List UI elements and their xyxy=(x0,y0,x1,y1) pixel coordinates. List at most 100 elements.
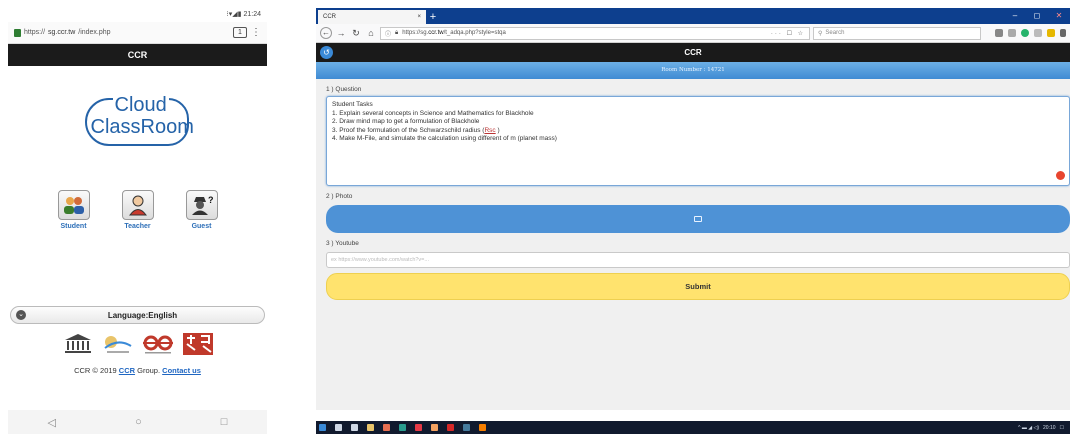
address-bar[interactable]: ⓘ 🔒︎ https://sg.ccr.tw/t_adqa.php?style=… xyxy=(380,26,810,40)
language-selector[interactable]: ⌄ Language:English xyxy=(10,306,265,324)
window-controls: – ◻ ✕ xyxy=(1004,8,1070,24)
minimize-icon[interactable]: – xyxy=(1004,8,1026,24)
browser-toolbar: ← → ↻ ⌂ ⓘ 🔒︎ https://sg.ccr.tw/t_adqa.ph… xyxy=(316,24,1070,43)
teacher-icon xyxy=(121,190,154,220)
guest-label: Guest xyxy=(191,223,212,230)
search-icon[interactable] xyxy=(335,424,342,431)
menu-icon[interactable] xyxy=(1060,29,1066,37)
search-input[interactable]: ⚲ Search xyxy=(813,26,981,40)
home-icon[interactable]: ⌂ xyxy=(365,28,377,38)
question-line-part: ) xyxy=(495,126,500,134)
image-icon xyxy=(694,216,702,222)
desktop-screen: CCR × + – ◻ ✕ ← → ↻ ⌂ ⓘ 🔒︎ https://sg.cc… xyxy=(316,8,1070,434)
close-tab-icon[interactable]: × xyxy=(417,14,421,20)
teacher-label: Teacher xyxy=(124,223,151,230)
app-icon[interactable] xyxy=(447,424,454,431)
app-header: ↺ CCR xyxy=(316,43,1070,62)
svg-text:?: ? xyxy=(208,195,214,205)
photo-upload-button[interactable] xyxy=(326,205,1070,233)
university-seal-logo xyxy=(182,333,213,355)
app-icon[interactable] xyxy=(463,424,470,431)
url-prefix: https://sg. xyxy=(402,30,429,36)
app-icon[interactable] xyxy=(383,424,390,431)
maximize-icon[interactable]: ◻ xyxy=(1026,8,1048,24)
reload-icon[interactable]: ↻ xyxy=(350,28,362,39)
browser-tab[interactable]: CCR × xyxy=(318,10,426,24)
question-line: 1. Explain several concepts in Science a… xyxy=(332,109,534,117)
url-path: /index.php xyxy=(78,29,111,36)
file-explorer-icon[interactable] xyxy=(367,424,374,431)
addon-icon[interactable] xyxy=(1047,29,1055,37)
youtube-url-input[interactable]: ex https://www.youtube.com/watch?v=... xyxy=(326,252,1070,268)
institution-logo xyxy=(103,336,132,353)
question-form: 1 ) Question Student Tasks 1. Explain se… xyxy=(316,79,1070,410)
recents-nav-icon[interactable]: □ xyxy=(221,416,228,428)
new-tab-button[interactable]: + xyxy=(426,10,440,24)
lock-icon xyxy=(14,28,21,37)
url-prefix: https:// xyxy=(24,29,46,36)
submit-button[interactable]: Submit xyxy=(326,273,1070,300)
app-icon[interactable] xyxy=(431,424,438,431)
footer-mid: Group. xyxy=(135,366,163,375)
student-label: Student xyxy=(60,223,87,230)
lock-icon: 🔒︎ xyxy=(395,29,399,36)
question-line: Student Tasks xyxy=(332,101,373,108)
page-actions[interactable]: ··· ☐ ☆ xyxy=(771,30,805,37)
close-window-icon[interactable]: ✕ xyxy=(1048,8,1070,24)
task-view-icon[interactable] xyxy=(351,424,358,431)
library-icon[interactable] xyxy=(995,29,1003,37)
logo-text-cloud: Cloud xyxy=(112,94,169,117)
teacher-button[interactable]: Teacher xyxy=(115,190,161,230)
extension-icon[interactable] xyxy=(1021,29,1029,37)
screenshot-icon[interactable] xyxy=(1034,29,1042,37)
firefox-icon[interactable] xyxy=(479,424,486,431)
app-icon[interactable] xyxy=(415,424,422,431)
status-time: 21:24 xyxy=(243,11,261,18)
start-icon[interactable] xyxy=(319,424,326,431)
language-label: Language:English xyxy=(107,310,178,320)
app-icon[interactable] xyxy=(399,424,406,431)
question-label: 1 ) Question xyxy=(326,86,362,93)
grammar-check-icon[interactable] xyxy=(1056,171,1065,180)
overflow-menu-icon[interactable]: ⋮ xyxy=(251,27,261,38)
footer-prefix: CCR © 2019 xyxy=(74,366,119,375)
contact-us-link[interactable]: Contact us xyxy=(162,366,201,375)
search-icon: ⚲ xyxy=(818,30,823,37)
back-circle-icon[interactable]: ↺ xyxy=(320,46,333,59)
chevron-down-icon: ⌄ xyxy=(16,310,26,320)
student-button[interactable]: Student xyxy=(51,190,97,230)
question-line: 4. Make M-File, and simulate the calcula… xyxy=(332,135,557,142)
question-textarea[interactable]: Student Tasks 1. Explain several concept… xyxy=(326,96,1070,186)
ccr-link[interactable]: CCR xyxy=(119,366,135,375)
room-number-bar: Room Number : 14721 xyxy=(316,62,1070,79)
phone-screen: ⁝▾◢▮ 21:24 https://sg.ccr.tw/index.php 1… xyxy=(8,8,267,434)
system-tray: ^ ▬ ◢ ◁) 20:10 ☐ xyxy=(1018,425,1067,431)
url-host: ccr.tw xyxy=(428,30,444,36)
unesco-logo xyxy=(64,334,91,353)
guest-button[interactable]: ? Guest xyxy=(179,190,225,230)
digital-campus-logo xyxy=(142,335,173,354)
toolbar-extensions xyxy=(995,29,1066,37)
home-nav-icon[interactable]: ○ xyxy=(135,416,142,428)
url-field[interactable]: https://sg.ccr.tw/index.php xyxy=(14,28,229,37)
footer-text: CCR © 2019 CCR Group. Contact us xyxy=(8,366,267,375)
status-bar: ⁝▾◢▮ 21:24 xyxy=(8,8,267,22)
back-arrow-icon[interactable]: ← xyxy=(320,27,332,39)
signal-icon: ⁝▾◢▮ xyxy=(226,11,244,18)
question-line: 2. Draw mind map to get a formulation of… xyxy=(332,118,480,125)
logo-text-classroom: ClassRoom xyxy=(90,116,194,138)
question-line-part: 3. Proof the formulation of the Schwarzs… xyxy=(332,126,485,134)
question-line: 3. Proof the formulation of the Schwarzs… xyxy=(332,127,1064,136)
cloud-classroom-logo: Cloud ClassRoom xyxy=(83,92,194,152)
url-host: sg.ccr.tw xyxy=(48,29,76,36)
windows-taskbar: ^ ▬ ◢ ◁) 20:10 ☐ xyxy=(316,421,1070,434)
role-selector: Student Teacher ? Guest xyxy=(8,190,267,230)
back-nav-icon[interactable]: ◁ xyxy=(48,416,56,429)
forward-arrow-icon[interactable]: → xyxy=(335,28,347,38)
tab-switcher-button[interactable]: 1 xyxy=(233,27,247,38)
android-nav-bar: ◁ ○ □ xyxy=(8,410,267,434)
sidebar-icon[interactable] xyxy=(1008,29,1016,37)
tray-icons[interactable]: ^ ▬ ◢ ◁) xyxy=(1018,425,1039,431)
notification-icon[interactable]: ☐ xyxy=(1060,425,1064,431)
students-icon xyxy=(57,190,90,220)
